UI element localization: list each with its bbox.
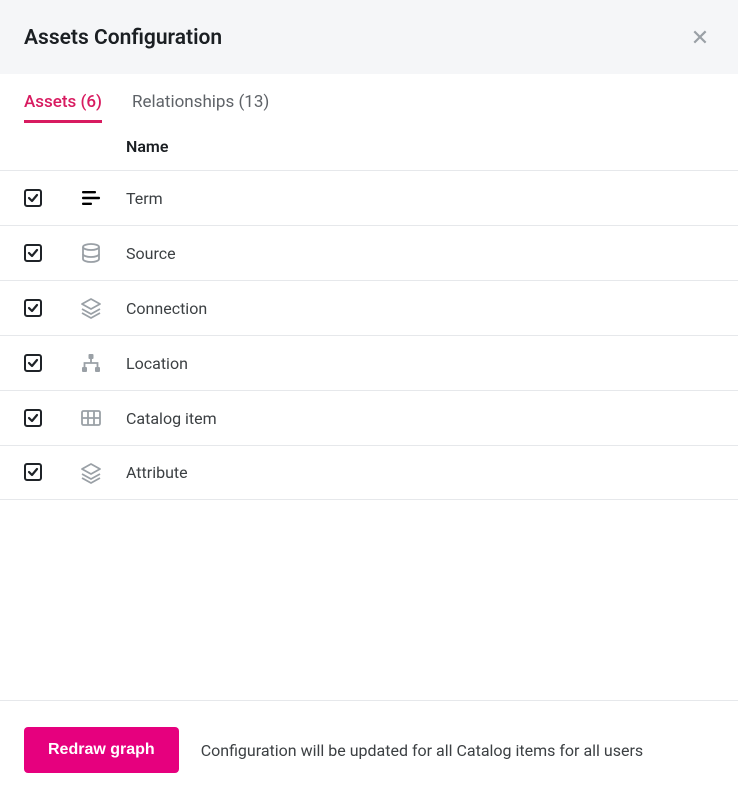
asset-checkbox[interactable]: [24, 463, 42, 481]
layers-icon: [80, 297, 102, 319]
asset-checkbox[interactable]: [24, 299, 42, 317]
asset-row: Catalog item: [0, 390, 738, 445]
dialog-footer: Redraw graph Configuration will be updat…: [0, 700, 738, 797]
asset-name: Attribute: [126, 463, 188, 482]
column-header-name: Name: [126, 137, 714, 156]
layers-icon: [80, 462, 102, 484]
footer-note: Configuration will be updated for all Ca…: [201, 741, 643, 760]
dialog-header: Assets Configuration ✕: [0, 0, 738, 74]
dialog-title: Assets Configuration: [24, 26, 222, 50]
asset-name: Catalog item: [126, 409, 217, 428]
asset-row: Attribute: [0, 445, 738, 500]
database-icon: [80, 242, 102, 264]
asset-name: Term: [126, 189, 163, 208]
tab-assets[interactable]: Assets (6): [24, 92, 102, 123]
hierarchy-icon: [80, 352, 102, 374]
asset-checkbox[interactable]: [24, 409, 42, 427]
asset-name: Source: [126, 244, 176, 263]
close-icon: ✕: [691, 27, 709, 49]
asset-checkbox[interactable]: [24, 189, 42, 207]
asset-checkbox[interactable]: [24, 244, 42, 262]
asset-checkbox[interactable]: [24, 354, 42, 372]
tab-relationships[interactable]: Relationships (13): [132, 92, 269, 123]
redraw-graph-button[interactable]: Redraw graph: [24, 727, 179, 773]
grid-icon: [80, 407, 102, 429]
table-header: Name: [0, 123, 738, 170]
asset-name: Location: [126, 354, 188, 373]
text-lines-icon: [80, 187, 102, 209]
asset-row: Term: [0, 170, 738, 225]
asset-row: Location: [0, 335, 738, 390]
assets-configuration-dialog: Assets Configuration ✕ Assets (6) Relati…: [0, 0, 738, 797]
asset-row: Source: [0, 225, 738, 280]
asset-row: Connection: [0, 280, 738, 335]
tabs: Assets (6) Relationships (13): [0, 74, 738, 123]
asset-name: Connection: [126, 299, 207, 318]
assets-rows: Term Source Connection Location Catalog item…: [0, 170, 738, 500]
close-button[interactable]: ✕: [686, 24, 714, 52]
